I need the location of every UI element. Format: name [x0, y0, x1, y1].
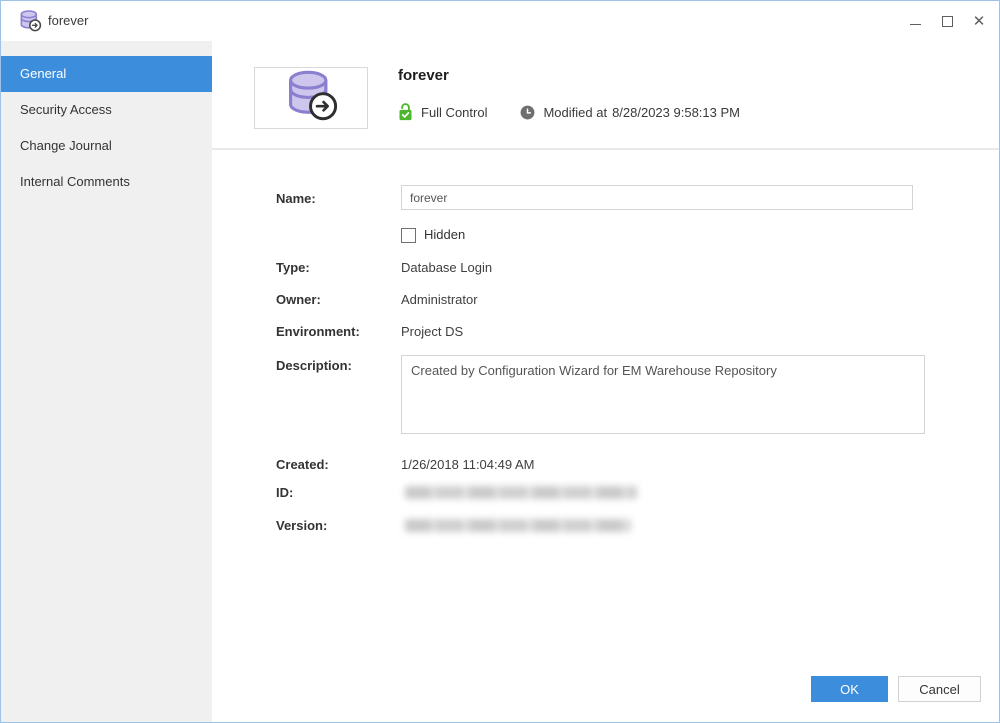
minimize-button[interactable] [899, 1, 931, 41]
owner-value: Administrator [401, 292, 478, 307]
database-arrow-icon [18, 10, 42, 32]
sidebar: General Security Access Change Journal I… [1, 41, 212, 722]
hidden-checkbox-label: Hidden [424, 227, 465, 242]
modified-label: Modified at [543, 105, 607, 120]
entity-icon-box [254, 67, 368, 129]
title-bar: forever ✕ [1, 1, 999, 41]
id-label: ID: [276, 485, 293, 500]
type-value: Database Login [401, 260, 492, 275]
header-divider [212, 148, 999, 150]
description-textarea[interactable]: Created by Configuration Wizard for EM W… [401, 355, 925, 434]
close-button[interactable]: ✕ [963, 1, 995, 41]
environment-value: Project DS [401, 324, 463, 339]
permission-label: Full Control [421, 105, 487, 120]
minimize-icon [910, 24, 921, 25]
ok-button[interactable]: OK [811, 676, 888, 702]
dialog-window: forever ✕ General Security Access Change… [0, 0, 1000, 723]
name-label: Name: [276, 191, 316, 206]
name-input[interactable] [401, 185, 913, 210]
cancel-button[interactable]: Cancel [898, 676, 981, 702]
type-label: Type: [276, 260, 310, 275]
maximize-button[interactable] [931, 1, 963, 41]
created-label: Created: [276, 457, 329, 472]
created-value: 1/26/2018 11:04:49 AM [401, 457, 534, 472]
sidebar-item-general[interactable]: General [1, 56, 212, 92]
maximize-icon [942, 16, 953, 27]
version-label: Version: [276, 518, 327, 533]
version-value-redacted [405, 519, 631, 532]
modified-value: 8/28/2023 9:58:13 PM [612, 105, 740, 120]
lock-check-icon [398, 103, 413, 121]
window-controls: ✕ [899, 1, 995, 41]
entity-title: forever [398, 67, 449, 84]
hidden-checkbox[interactable] [401, 228, 416, 243]
id-value-redacted [405, 486, 637, 499]
owner-label: Owner: [276, 292, 321, 307]
sidebar-item-change-journal[interactable]: Change Journal [1, 128, 212, 164]
description-label: Description: [276, 358, 352, 373]
header-status-row: Full Control Modified at 8/28/2023 9:58:… [398, 102, 740, 122]
main-panel: forever Full Control Modified at 8/28/20… [212, 41, 999, 722]
sidebar-item-security-access[interactable]: Security Access [1, 92, 212, 128]
window-title: forever [48, 13, 88, 28]
clock-icon [520, 105, 535, 120]
database-arrow-icon [282, 70, 340, 127]
close-icon: ✕ [973, 14, 986, 29]
environment-label: Environment: [276, 324, 360, 339]
sidebar-item-internal-comments[interactable]: Internal Comments [1, 164, 212, 200]
